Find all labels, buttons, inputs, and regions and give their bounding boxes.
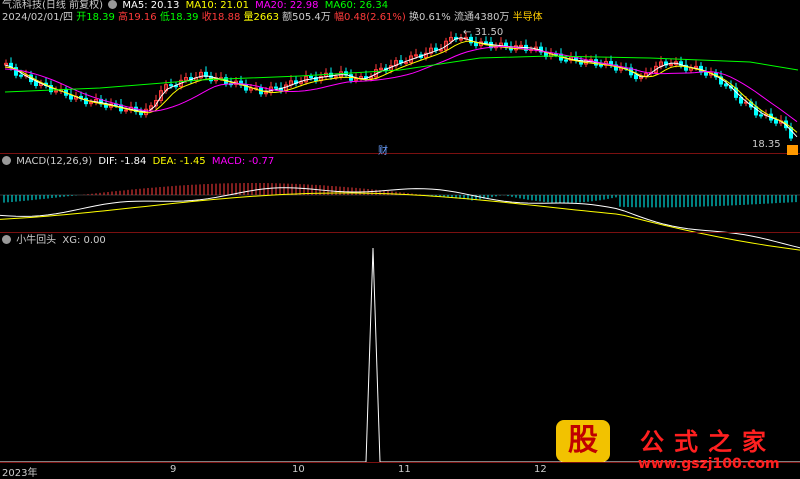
x-axis-label-dec: 12 — [534, 464, 547, 475]
macd-settings-icon[interactable] — [2, 156, 11, 165]
quote-turnover: 换0.61% — [409, 12, 451, 23]
ma5-label: MA5: 20.13 — [122, 0, 180, 11]
x-axis-label-year: 2023年 — [2, 468, 38, 479]
low-price-label: 18.35 — [752, 139, 781, 150]
quote-sector: 半导体 — [512, 12, 543, 23]
quote-high: 高19.16 — [118, 12, 157, 23]
candle-body — [34, 81, 38, 86]
x-axis-label-sep: 9 — [170, 464, 177, 475]
watermark-logo-icon: 股 — [556, 420, 610, 462]
candle-body — [459, 38, 463, 41]
candle-body — [54, 90, 58, 93]
candle-body — [519, 44, 523, 47]
candle-body — [439, 49, 443, 52]
watermark-url: www.gszj100.com — [638, 456, 780, 472]
candle-body — [774, 119, 778, 124]
indicator-header: 小牛回头 XG: 0.00 — [2, 235, 106, 247]
candle-body — [484, 41, 488, 44]
ma20-label: MA20: 22.98 — [255, 0, 319, 11]
macd-dea: DEA: -1.45 — [152, 156, 206, 167]
candle-body — [169, 84, 173, 87]
quote-open: 开18.39 — [76, 12, 115, 23]
quote-volume: 量2663 — [243, 12, 279, 23]
x-axis-label-oct: 10 — [292, 464, 305, 475]
quote-amount: 额505.4万 — [282, 12, 331, 23]
watermark-site-name: 公式之家 — [640, 428, 776, 456]
main-header: 气派科技(日线 前复权) MA5: 20.13 MA10: 21.01 MA20… — [2, 0, 388, 12]
candle-body — [704, 71, 708, 76]
watermark: 股 公式之家 www.gszj100.com — [556, 418, 800, 476]
candle-body — [404, 61, 408, 64]
ma10-line — [4, 40, 798, 133]
candle-body — [669, 63, 673, 66]
macd-title[interactable]: MACD(12,26,9) — [16, 156, 92, 167]
quote-low: 低18.39 — [159, 12, 199, 23]
candle-body — [124, 109, 128, 112]
candle-body — [19, 74, 23, 77]
macd-panel-divider — [0, 232, 800, 233]
stock-title[interactable]: 气派科技(日线 前复权) — [2, 0, 103, 11]
quote-change: 幅0.48(2.61%) — [333, 12, 406, 23]
indicator-xg: XG: 0.00 — [62, 235, 106, 246]
kline-chart[interactable] — [0, 0, 800, 476]
candle-body — [474, 42, 478, 47]
candle-body — [599, 64, 603, 67]
candle-body — [759, 114, 763, 117]
ma10-label: MA10: 21.01 — [185, 0, 249, 11]
candle-body — [309, 75, 313, 78]
quote-date: 2024/02/01/四 — [2, 12, 74, 23]
candle-body — [274, 86, 278, 89]
candle-body — [634, 74, 638, 80]
macd-value: MACD: -0.77 — [211, 156, 275, 167]
macd-header: MACD(12,26,9) DIF: -1.84 DEA: -1.45 MACD… — [2, 156, 274, 168]
indicator-title[interactable]: 小牛回头 — [16, 235, 56, 246]
indicator-settings-icon[interactable] — [2, 235, 11, 244]
candle-body — [69, 94, 73, 100]
candle-body — [564, 59, 568, 62]
high-price-label: 31.50 — [474, 27, 504, 38]
candle-body — [84, 97, 88, 105]
ma60-label: MA60: 26.34 — [324, 0, 389, 11]
quote-close: 收18.88 — [201, 12, 241, 23]
event-badge-icon[interactable] — [787, 145, 798, 155]
financial-event-marker[interactable]: 财 — [378, 142, 388, 157]
ma-toggle-icon[interactable] — [108, 0, 118, 9]
ma5-line — [4, 37, 798, 138]
x-axis-label-nov: 11 — [398, 464, 411, 475]
high-price-marker: ← 31.50 — [463, 27, 504, 38]
macd-dif: DIF: -1.84 — [98, 156, 147, 167]
quote-float: 流通4380万 — [453, 12, 510, 23]
candle-body — [724, 83, 728, 87]
main-panel-divider — [0, 153, 800, 154]
quote-info-bar: 2024/02/01/四 开18.39 高19.16 低18.39 收18.88… — [2, 12, 543, 24]
